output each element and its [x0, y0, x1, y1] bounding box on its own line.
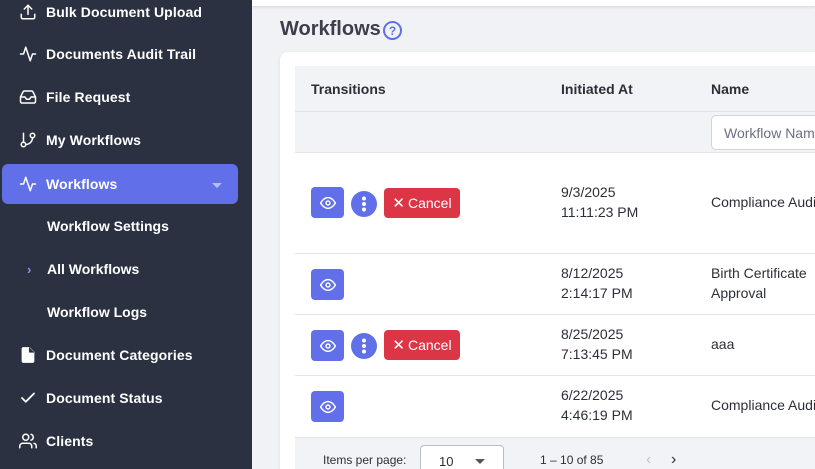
sidebar-item-label: Bulk Document Upload: [46, 4, 203, 20]
sidebar-subitem-workflow-settings[interactable]: Workflow Settings: [0, 206, 252, 246]
row-divider: [295, 253, 815, 254]
time-text: 11:11:23 PM: [561, 204, 639, 220]
view-button[interactable]: [311, 187, 344, 218]
close-icon: ✕: [392, 337, 405, 354]
cancel-label: Cancel: [407, 195, 452, 211]
inbox-icon: [18, 87, 38, 107]
cancel-button[interactable]: ✕ Cancel: [384, 188, 460, 218]
git-branch-icon: [18, 130, 38, 150]
date-text: 6/22/2025: [561, 387, 624, 403]
eye-icon: [319, 278, 336, 291]
previous-page-button[interactable]: ‹: [646, 451, 651, 469]
column-header-name[interactable]: Name: [711, 81, 749, 97]
activity-icon: [18, 174, 38, 194]
sidebar-item-documents-audit-trail[interactable]: Documents Audit Trail: [0, 34, 252, 74]
name-cell: Compliance Audit: [711, 395, 815, 415]
name-text: Birth Certificate: [711, 265, 807, 281]
time-text: 2:14:17 PM: [561, 285, 633, 301]
name-text: Compliance Audit: [711, 194, 815, 210]
next-page-button[interactable]: ›: [671, 451, 676, 469]
page-range-label: 1 – 10 of 85: [540, 453, 604, 467]
sidebar-subitem-label: Workflow Logs: [47, 304, 148, 320]
sidebar-item-file-request[interactable]: File Request: [0, 77, 252, 117]
initiated-at-cell: 8/12/2025 2:14:17 PM: [561, 263, 633, 303]
view-button[interactable]: [311, 391, 344, 422]
initiated-at-cell: 6/22/2025 4:46:19 PM: [561, 385, 633, 425]
more-actions-button[interactable]: [351, 191, 377, 217]
sidebar-subitem-all-workflows[interactable]: › All Workflows: [0, 249, 252, 289]
time-text: 7:13:45 PM: [561, 346, 633, 362]
check-icon: [18, 388, 38, 408]
sidebar-subitem-workflow-logs[interactable]: Workflow Logs: [0, 292, 252, 332]
date-text: 8/25/2025: [561, 326, 624, 342]
more-vertical-icon: [362, 196, 366, 212]
view-button[interactable]: [311, 330, 344, 361]
sidebar-item-label: Documents Audit Trail: [46, 46, 197, 62]
caret-down-icon: [475, 459, 485, 464]
chevron-down-icon: [212, 183, 222, 188]
sidebar-item-document-categories[interactable]: Document Categories: [0, 335, 252, 375]
close-icon: ✕: [392, 195, 405, 212]
sidebar: Bulk Document Upload Documents Audit Tra…: [0, 0, 252, 469]
more-actions-button[interactable]: [351, 333, 377, 359]
sidebar-item-label: Document Categories: [46, 347, 193, 363]
page-size-select[interactable]: 10: [420, 445, 504, 469]
question-circle-icon[interactable]: ?: [383, 21, 402, 40]
name-cell: aaa: [711, 334, 734, 354]
more-vertical-icon: [362, 338, 366, 354]
cancel-label: Cancel: [407, 337, 452, 353]
workflow-name-filter-input[interactable]: [711, 115, 815, 150]
sidebar-item-label: My Workflows: [46, 132, 142, 148]
eye-icon: [319, 196, 336, 209]
sidebar-item-workflows[interactable]: Workflows: [2, 164, 238, 204]
name-cell: Birth Certificate Approval: [711, 263, 807, 303]
name-text: Compliance Audit: [711, 397, 815, 413]
upload-icon: [18, 2, 38, 22]
users-icon: [18, 431, 38, 451]
name-text: aaa: [711, 336, 735, 352]
sidebar-item-label: Clients: [46, 433, 94, 449]
view-button[interactable]: [311, 269, 344, 300]
date-text: 8/12/2025: [561, 265, 624, 281]
eye-icon: [319, 339, 336, 352]
page-size-value: 10: [439, 454, 454, 469]
sidebar-item-my-workflows[interactable]: My Workflows: [0, 120, 252, 160]
sidebar-item-label: File Request: [46, 89, 131, 105]
page-title: Workflows: [280, 18, 381, 40]
row-divider: [295, 375, 815, 376]
sidebar-item-clients[interactable]: Clients: [0, 421, 252, 461]
initiated-at-cell: 8/25/2025 7:13:45 PM: [561, 324, 633, 364]
top-bar: [252, 0, 815, 6]
sidebar-subitem-label: All Workflows: [47, 261, 140, 277]
sidebar-item-label: Document Status: [46, 390, 163, 406]
activity-icon: [18, 44, 38, 64]
sidebar-subitem-label: Workflow Settings: [47, 218, 169, 234]
column-header-initiated-at[interactable]: Initiated At: [561, 81, 633, 97]
date-text: 9/3/2025: [561, 184, 616, 200]
name-cell: Compliance Audit: [711, 192, 815, 212]
row-divider: [295, 314, 815, 315]
sidebar-item-bulk-document-upload[interactable]: Bulk Document Upload: [0, 0, 252, 32]
cancel-button[interactable]: ✕ Cancel: [384, 330, 460, 360]
eye-icon: [319, 400, 336, 413]
items-per-page-label: Items per page:: [323, 453, 407, 467]
sidebar-item-document-status[interactable]: Document Status: [0, 378, 252, 418]
file-icon: [18, 345, 38, 365]
chevron-right-icon: ›: [27, 261, 32, 277]
time-text: 4:46:19 PM: [561, 407, 633, 423]
column-header-transitions: Transitions: [311, 81, 386, 97]
initiated-at-cell: 9/3/2025 11:11:23 PM: [561, 182, 638, 222]
name-text: Approval: [711, 285, 767, 301]
sidebar-item-label: Workflows: [46, 176, 118, 192]
